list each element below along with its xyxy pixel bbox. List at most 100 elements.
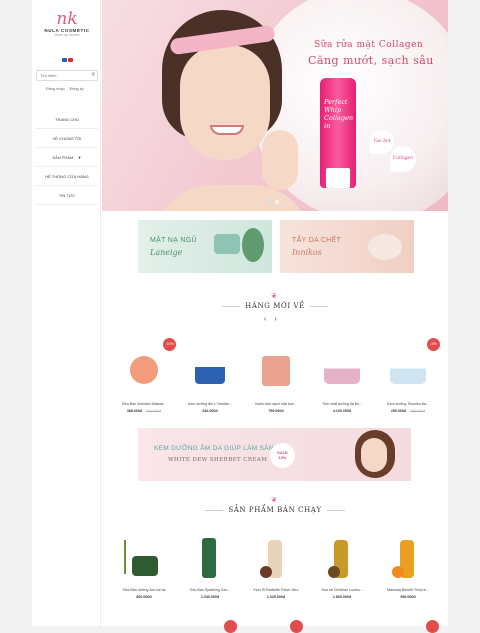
product-card[interactable]: Gốu Bán Sparkling Cèu... 1.040.000đ bbox=[182, 536, 238, 599]
nav-item-news[interactable]: TIN TỨC bbox=[36, 186, 98, 205]
carousel-arrows: ‹ › bbox=[264, 316, 277, 323]
hero-banner[interactable]: Sữa rửa mặt Collagen Căng mướt, sạch sâu… bbox=[102, 0, 448, 211]
prev-arrow-icon[interactable]: ‹ bbox=[264, 316, 266, 323]
product-price: 4.100.000đ bbox=[332, 409, 352, 413]
hero-product-tube: Perfect Whip Collagen in bbox=[320, 78, 356, 188]
nav-item-about[interactable]: VỀ CHÚNG TÔI bbox=[36, 129, 98, 148]
product-name[interactable]: Sơn tái Christian Louieu... bbox=[314, 588, 370, 592]
best-products-list: Sữa Bán dưỡng Ẩm vùi da 800.000đ Gốu Bán… bbox=[116, 536, 436, 599]
scrub-image bbox=[368, 234, 402, 260]
product-card[interactable]: Sữa Bán dưỡng Ẩm vùi da 800.000đ bbox=[116, 536, 172, 599]
product-image[interactable] bbox=[116, 350, 172, 396]
product-card[interactable]: -9% Kem dưỡng Tinuniko da... 290.000đ 326… bbox=[380, 338, 440, 413]
carousel-dot[interactable] bbox=[268, 200, 272, 204]
new-products-list: -10% Sữa Bán Xinhskin Mascar... 388.000đ… bbox=[116, 338, 440, 413]
ornament-icon: ❦ bbox=[271, 497, 279, 504]
product-name[interactable]: Gốu Bán Sparkling Cèu... bbox=[182, 588, 238, 592]
product-image[interactable] bbox=[314, 350, 370, 396]
login-link[interactable]: Đăng nhập bbox=[46, 87, 65, 91]
auth-links: Đăng nhập Đăng ký bbox=[46, 87, 84, 91]
product-name[interactable]: Sữa Bán Xinhskin Mascar... bbox=[116, 402, 172, 406]
product-price: 640.000đ bbox=[202, 409, 218, 413]
product-image[interactable] bbox=[182, 536, 238, 582]
next-arrow-icon[interactable]: › bbox=[274, 316, 276, 323]
section-best-header: ❦ SẢN PHẨM BÁN CHẠY bbox=[102, 496, 448, 514]
product-image[interactable] bbox=[380, 536, 436, 582]
product-name[interactable]: Mascara Benefit They're... bbox=[380, 588, 436, 592]
product-card[interactable]: Mascara Benefit They're... 950.000đ bbox=[380, 536, 436, 599]
product-image[interactable] bbox=[248, 350, 304, 396]
product-old-price: 326.000đ bbox=[410, 409, 426, 413]
product-card[interactable]: Kem dưỡng ẩm L'Occitan... 640.000đ bbox=[182, 350, 238, 413]
product-card[interactable]: -10% Sữa Bán Xinhskin Mascar... 388.000đ… bbox=[116, 338, 176, 413]
leaf-image bbox=[242, 228, 264, 262]
nav-item-products[interactable]: SẢN PHẨM ▼ bbox=[36, 148, 98, 167]
product-price: 1.025.000đ bbox=[266, 595, 286, 599]
banner-model-image bbox=[343, 428, 403, 481]
search-input[interactable] bbox=[37, 71, 85, 80]
product-card[interactable]: Kem Ri Barbette Fresh Vero 1.025.000đ bbox=[248, 536, 304, 599]
hero-hand bbox=[262, 130, 298, 190]
product-price: 388.000đ bbox=[126, 409, 143, 413]
hero-title-line1: Sữa rửa mặt Collagen bbox=[314, 40, 424, 50]
product-image[interactable] bbox=[182, 350, 238, 396]
tube-label: Perfect Whip Collagen in bbox=[324, 98, 354, 130]
nav-item-home[interactable]: TRANG CHỦ bbox=[36, 110, 98, 129]
section-best-title: SẢN PHẨM BÁN CHẠY bbox=[102, 506, 448, 514]
product-name[interactable]: Sữa Bán dưỡng Ẩm vùi da bbox=[116, 588, 172, 592]
page: nk NULA COSMETIC Make up forever ⚲ Đăng … bbox=[32, 0, 448, 633]
hero-drop-foam: Tạo bọt bbox=[370, 130, 394, 154]
product-name[interactable]: Nước làm sạch mặt bụn... bbox=[248, 402, 304, 406]
promo-line2: Innikos bbox=[292, 248, 322, 257]
product-price: 1.800.000đ bbox=[332, 595, 352, 599]
section-new-title: HÀNG MỚI VỀ bbox=[102, 302, 448, 310]
register-link[interactable]: Đăng ký bbox=[70, 87, 84, 91]
search-box: ⚲ bbox=[36, 70, 98, 81]
discount-badge bbox=[224, 620, 237, 633]
product-name[interactable]: Kem Ri Barbette Fresh Vero bbox=[248, 588, 304, 592]
logo[interactable]: nk NULA COSMETIC Make up forever bbox=[38, 10, 96, 46]
section-new-header: ❦ HÀNG MỚI VỀ bbox=[102, 292, 448, 310]
product-old-price: 420.000đ bbox=[146, 409, 162, 413]
product-image[interactable] bbox=[116, 536, 172, 582]
promo-line1: MẶT NẠ NGỦ bbox=[150, 237, 197, 244]
jar-image bbox=[214, 234, 240, 254]
product-card[interactable]: Nước làm sạch mặt bụn... 799.000đ bbox=[248, 350, 304, 413]
hero-title-line2: Căng mướt, sạch sâu bbox=[308, 54, 434, 67]
discount-badge bbox=[426, 620, 439, 633]
promo-line1: TẨY DA CHẾT bbox=[292, 237, 342, 244]
product-price: 1.040.000đ bbox=[200, 595, 220, 599]
product-card[interactable]: Tinh chất dưỡng da Mi... 4.100.000đ bbox=[314, 350, 370, 413]
sale-badge: SALE 10% bbox=[270, 443, 295, 468]
logo-monogram: nk bbox=[56, 9, 78, 29]
nav-item-stores[interactable]: HỆ THỐNG CỬA HÀNG bbox=[36, 167, 98, 186]
sale-percent: 10% bbox=[278, 455, 287, 460]
product-image[interactable] bbox=[248, 536, 304, 582]
product-card[interactable]: Sơn tái Christian Louieu... 1.800.000đ bbox=[314, 536, 370, 599]
language-switcher bbox=[62, 58, 73, 62]
promo-line2: Laneige bbox=[150, 248, 183, 257]
midbanner-line2: WHITE DEW SHERBET CREAM bbox=[168, 457, 268, 463]
product-name[interactable]: Kem dưỡng ẩm L'Occitan... bbox=[182, 402, 238, 406]
product-price: 950.000đ bbox=[400, 595, 416, 599]
promo-banner-laneige[interactable]: MẶT NẠ NGỦ Laneige bbox=[138, 220, 272, 273]
product-name[interactable]: Kem dưỡng Tinuniko da... bbox=[380, 402, 436, 406]
white-dew-banner[interactable]: KEM DƯỠNG ẨM DA GIÚP LÀM SÁNG DA WHITE D… bbox=[138, 428, 411, 481]
sidebar: nk NULA COSMETIC Make up forever ⚲ Đăng … bbox=[32, 0, 101, 626]
hero-drop-collagen: Collagen bbox=[390, 146, 416, 172]
product-image[interactable] bbox=[314, 536, 370, 582]
flag-en-icon[interactable] bbox=[62, 58, 67, 62]
main-nav: TRANG CHỦ VỀ CHÚNG TÔI SẢN PHẨM ▼ HỆ THỐ… bbox=[36, 110, 98, 205]
logo-tagline: Make up forever bbox=[54, 33, 80, 37]
product-image[interactable] bbox=[380, 350, 436, 396]
chevron-down-icon: ▼ bbox=[77, 155, 82, 160]
promo-banner-innikos[interactable]: TẨY DA CHẾT Innikos bbox=[280, 220, 414, 273]
product-price: 799.000đ bbox=[268, 409, 284, 413]
product-price: 800.000đ bbox=[136, 595, 152, 599]
nav-item-products-label: SẢN PHẨM bbox=[52, 155, 74, 160]
product-price: 290.000đ bbox=[390, 409, 407, 413]
flag-vn-icon[interactable] bbox=[68, 58, 73, 62]
product-name[interactable]: Tinh chất dưỡng da Mi... bbox=[314, 402, 370, 406]
carousel-dot[interactable] bbox=[275, 200, 279, 204]
search-icon[interactable]: ⚲ bbox=[91, 72, 95, 78]
